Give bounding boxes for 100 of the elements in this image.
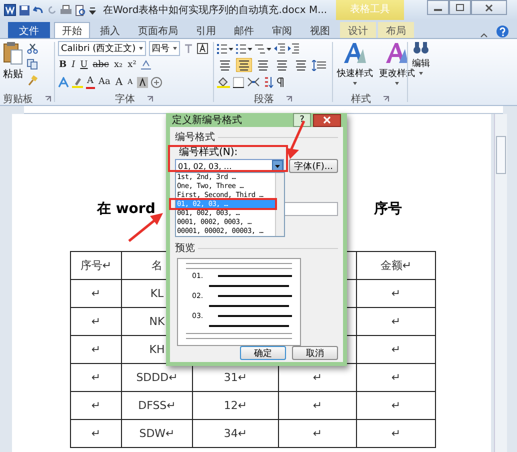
binoculars-icon <box>413 41 429 55</box>
distributed-icon[interactable] <box>247 76 260 88</box>
character-border-icon[interactable] <box>196 42 208 54</box>
format-button[interactable]: abc <box>92 58 110 72</box>
help-icon[interactable] <box>496 25 509 38</box>
ribbon-tab[interactable]: 文件 <box>8 22 50 38</box>
decrease-indent-icon[interactable] <box>274 42 285 54</box>
alignment-icon[interactable] <box>217 58 233 72</box>
dialog-launcher-icon[interactable] <box>45 96 51 102</box>
table-cell: 金额↵ <box>356 252 436 280</box>
group-label: 段落 <box>254 92 274 106</box>
ribbon-tab[interactable]: 引用 <box>188 22 224 38</box>
change-case-button[interactable]: Aa <box>98 76 112 88</box>
vertical-scrollbar[interactable] <box>494 114 507 452</box>
table-cell: ↵ <box>356 364 436 392</box>
dialog-title: 定义新编号格式 <box>172 114 242 127</box>
close-button[interactable] <box>471 0 507 15</box>
ribbon-tab[interactable]: 布局 <box>378 22 414 38</box>
paragraph-mark-icon[interactable] <box>277 76 285 88</box>
table-cell: ↵ <box>278 392 356 420</box>
document-heading: 序号 <box>374 200 402 218</box>
alignment-icon[interactable] <box>274 58 290 72</box>
window-title: 在Word表格中如何实现序列的自动填充.docx M... <box>103 4 328 17</box>
print-preview-icon[interactable] <box>75 4 86 16</box>
dialog-launcher-icon[interactable] <box>286 96 292 102</box>
enclose-character-icon[interactable] <box>150 76 162 88</box>
group-label: 字体 <box>115 92 135 106</box>
styles-icon <box>384 41 410 65</box>
paint-bucket-icon[interactable] <box>217 76 230 88</box>
bullet-list-icon[interactable] <box>217 42 233 54</box>
font-size-dropdown[interactable]: 四号 <box>148 40 180 56</box>
field-label: 编号样式(N): <box>179 146 239 159</box>
help-button[interactable]: ? <box>293 113 311 127</box>
increase-indent-icon[interactable] <box>288 42 299 54</box>
character-shading-icon[interactable] <box>136 76 148 88</box>
sort-icon[interactable] <box>263 76 274 88</box>
grow-font-button[interactable]: A <box>114 76 124 88</box>
ribbon-tab[interactable]: 邮件 <box>226 22 262 38</box>
format-button[interactable]: U <box>79 58 89 72</box>
table-cell: ↵ <box>356 420 436 448</box>
line-spacing-icon[interactable] <box>312 60 326 70</box>
font-color-button[interactable]: A <box>86 76 94 88</box>
table-cell: 34↵ <box>192 420 278 448</box>
highlighter-icon[interactable] <box>72 76 83 88</box>
paste-button[interactable]: 粘贴 <box>3 41 23 81</box>
table-cell: SDW↵ <box>122 420 192 448</box>
format-button[interactable]: x₂ <box>112 58 124 72</box>
customize-caret-icon[interactable] <box>89 4 96 16</box>
font-name-dropdown[interactable]: Calibri (西文正文) <box>58 40 146 56</box>
pointer-arrow <box>285 120 307 160</box>
close-icon <box>485 4 493 12</box>
undo-icon[interactable] <box>33 4 44 16</box>
copy-icon[interactable] <box>27 59 38 70</box>
minimize-button[interactable] <box>427 0 449 15</box>
printer-icon[interactable] <box>60 4 72 16</box>
ok-button[interactable]: 确定 <box>240 346 286 360</box>
format-button[interactable]: x² <box>126 58 138 72</box>
clipboard-icon <box>3 41 23 65</box>
list-scrollbar[interactable] <box>275 173 284 236</box>
table-cell: ↵ <box>278 420 356 448</box>
multilevel-list-icon[interactable] <box>255 42 271 54</box>
ribbon-tab[interactable]: 设计 <box>340 22 376 38</box>
alignment-icon[interactable] <box>255 58 271 72</box>
format-button[interactable]: B <box>58 58 68 72</box>
maximize-icon <box>456 4 464 11</box>
phonetic-guide-icon[interactable] <box>140 60 152 70</box>
paintbrush-icon[interactable] <box>27 75 38 86</box>
alignment-icon[interactable] <box>236 58 252 72</box>
ribbon-tab[interactable]: 页面布局 <box>130 22 186 38</box>
section-label: 编号格式 <box>175 130 215 144</box>
table-cell: 序号↵ <box>70 252 122 280</box>
ribbon-tab[interactable]: 开始 <box>54 22 90 38</box>
close-icon <box>323 116 331 124</box>
scissors-icon[interactable] <box>27 43 38 54</box>
alignment-icon[interactable] <box>293 58 309 72</box>
dialog-launcher-icon[interactable] <box>383 96 389 102</box>
document-heading: 在 word <box>97 200 156 218</box>
close-button[interactable] <box>313 114 341 126</box>
ribbon-tab[interactable]: 审阅 <box>264 22 300 38</box>
dialog-launcher-icon[interactable] <box>147 96 153 102</box>
styles-button[interactable]: 快速样式 <box>336 41 374 85</box>
pointer-arrow <box>128 212 164 242</box>
ribbon-tab[interactable]: 视图 <box>302 22 338 38</box>
contextual-tab-label: 表格工具 <box>336 0 404 20</box>
numbered-list-icon[interactable] <box>236 42 252 54</box>
collapse-ribbon-icon[interactable] <box>480 32 488 38</box>
format-button[interactable]: I <box>70 58 76 72</box>
cancel-button[interactable]: 取消 <box>292 346 338 360</box>
save-icon[interactable] <box>19 4 30 16</box>
borders-icon[interactable] <box>233 76 244 88</box>
text-effects-icon[interactable] <box>58 76 69 88</box>
styles-icon <box>342 41 368 65</box>
font-button[interactable]: 字体(F)... <box>289 159 338 173</box>
table-cell: ↵ <box>70 392 122 420</box>
maximize-button[interactable] <box>449 0 471 15</box>
ribbon-tab[interactable]: 插入 <box>92 22 128 38</box>
scroll-thumb[interactable] <box>496 136 506 174</box>
table-cell: ↵ <box>70 280 122 308</box>
table-cell: ↵ <box>70 336 122 364</box>
table-cell: ↵ <box>70 364 122 392</box>
